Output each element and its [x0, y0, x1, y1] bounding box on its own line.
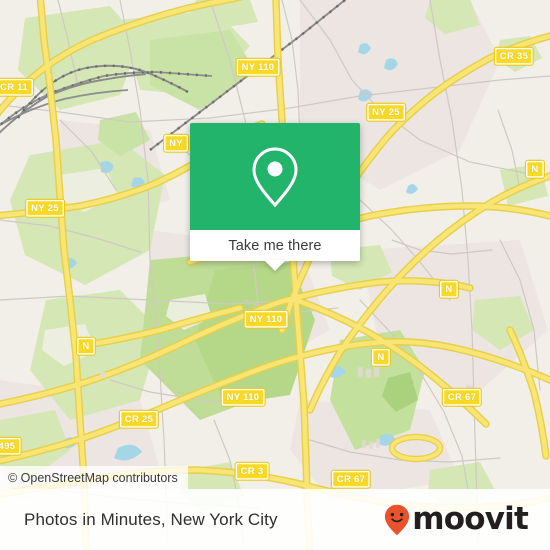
place-popup-card[interactable]: Take me there	[190, 123, 360, 271]
map-attribution[interactable]: © OpenStreetMap contributors	[0, 466, 188, 489]
road-shield-ny-110-north: NY 110	[235, 57, 281, 77]
moovit-smiley-pin-icon	[384, 504, 410, 536]
road-shield-n-upper: N	[438, 279, 460, 299]
road-shield-cr-25: CR 25	[118, 409, 160, 429]
road-shield-cr-67-east: CR 67	[441, 387, 483, 407]
road-shield-ny-110-south: NY 110	[220, 387, 266, 407]
road-shield-i-495: 495	[0, 436, 22, 456]
moovit-wordmark: moovit	[412, 501, 529, 537]
attribution-text: © OpenStreetMap contributors	[8, 470, 178, 485]
road-shield-n-east: N	[524, 159, 546, 179]
popup-action-bar[interactable]: Take me there	[190, 230, 360, 261]
road-shield-ny-110-mid: NY 110	[243, 309, 289, 329]
road-shield-cr-35: CR 35	[493, 46, 535, 66]
place-title: Photos in Minutes, New York City	[24, 509, 278, 529]
popup-pointer-tail	[264, 260, 286, 271]
take-me-there-label: Take me there	[228, 237, 322, 254]
location-pin-icon	[251, 146, 299, 208]
road-shield-cr-11: CR 11	[0, 77, 34, 97]
road-shield-ny-25-west: NY 25	[25, 198, 65, 218]
map-screen: NY 110 CR 35 NY 25 CR 11 NY NY 25 N N NY 110 N N NY…	[0, 0, 550, 550]
footer-bar: Photos in Minutes, New York City moovit	[0, 489, 550, 550]
road-shield-ny-partial: NY	[163, 133, 189, 153]
popup-hero	[190, 123, 360, 230]
road-shield-n-mid: N	[370, 347, 392, 367]
moovit-logo[interactable]: moovit	[384, 501, 529, 537]
road-shield-n-west: N	[75, 336, 97, 356]
road-shield-ny-25-north: NY 25	[366, 102, 406, 122]
road-shield-cr-67-south: CR 67	[330, 469, 372, 489]
road-shield-cr-3: CR 3	[234, 461, 270, 481]
